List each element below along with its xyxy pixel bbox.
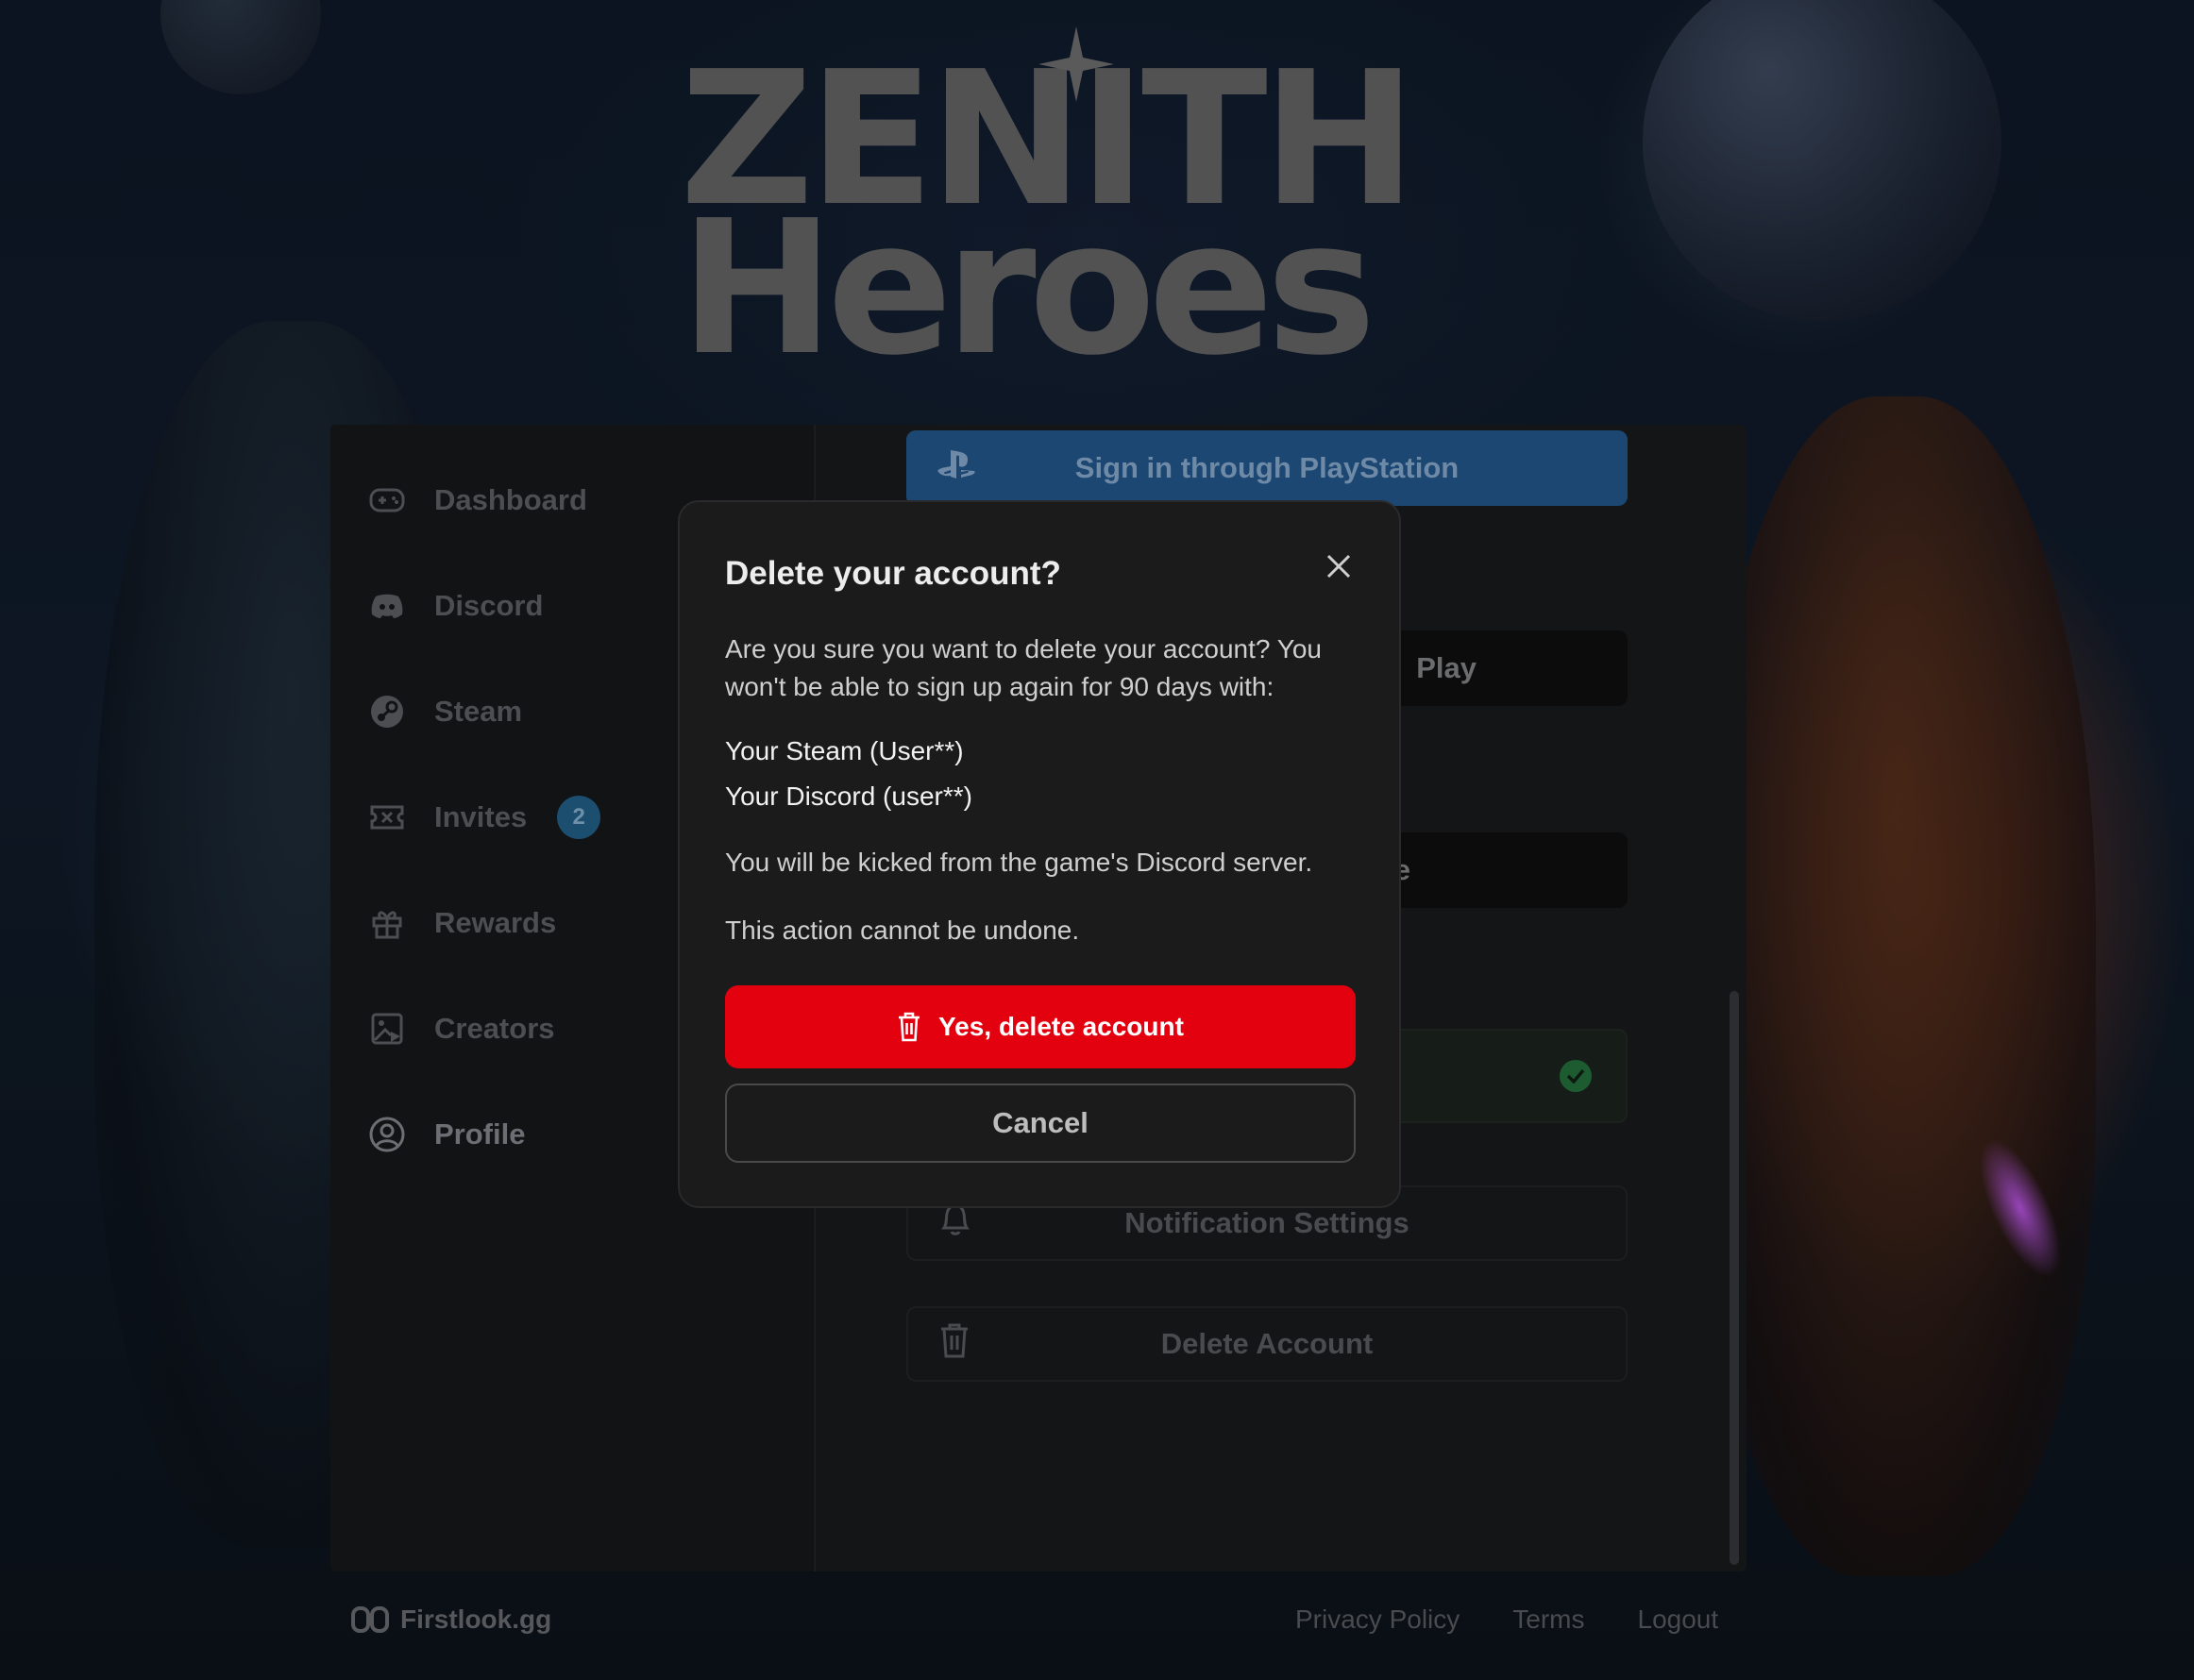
gift-icon: [368, 904, 406, 942]
check-icon: [1560, 1060, 1592, 1092]
cancel-label: Cancel: [992, 1106, 1089, 1139]
sidebar-item-label: Profile: [434, 1117, 526, 1151]
discord-icon: [368, 587, 406, 625]
sidebar-item-label: Rewards: [434, 906, 557, 939]
linked-steam-text: Your Steam (User**): [725, 736, 964, 765]
gamepad-icon: [368, 481, 406, 519]
discord-kick-text: You will be kicked from the game's Disco…: [725, 848, 1313, 877]
footer-brand-label: Firstlook.gg: [400, 1604, 552, 1634]
notification-settings-label: Notification Settings: [1124, 1206, 1409, 1239]
logo-line-2: Heroes: [680, 181, 1376, 396]
sidebar-item-label: Discord: [434, 589, 544, 622]
ticket-icon: [368, 798, 406, 836]
firstlook-logo-icon: [351, 1604, 389, 1635]
background-planet-small: [160, 0, 321, 94]
trash-icon: [938, 1321, 970, 1367]
dialog-title: Delete your account?: [725, 555, 1061, 592]
delete-account-button[interactable]: Delete Account: [906, 1306, 1628, 1382]
confirm-delete-label: Yes, delete account: [938, 1012, 1184, 1041]
privacy-policy-link[interactable]: Privacy Policy: [1295, 1604, 1460, 1635]
delete-account-label: Delete Account: [1160, 1327, 1374, 1360]
playstation-signin-button[interactable]: Sign in through PlayStation: [906, 430, 1628, 506]
creator-image-icon: [368, 1010, 406, 1048]
confirm-delete-button[interactable]: Yes, delete account: [725, 985, 1356, 1068]
sidebar-item-label: Creators: [434, 1012, 555, 1045]
dialog-intro-text: Are you sure you want to delete your acc…: [725, 634, 1322, 701]
logo-star-icon: [1038, 26, 1114, 102]
sidebar-item-label: Invites: [434, 800, 528, 833]
footer-links: Privacy Policy Terms Logout: [1295, 1604, 1718, 1635]
invites-count-badge: 2: [557, 796, 601, 839]
terms-link[interactable]: Terms: [1512, 1604, 1584, 1635]
playstation-icon: [937, 448, 976, 488]
delete-account-dialog: Delete your account? Are you sure you wa…: [678, 500, 1401, 1208]
close-icon[interactable]: [1322, 549, 1356, 583]
play-label: Play: [1416, 651, 1477, 684]
user-circle-icon: [368, 1116, 406, 1153]
steam-icon: [368, 693, 406, 731]
trash-icon: [897, 1012, 921, 1042]
cancel-button[interactable]: Cancel: [725, 1084, 1356, 1163]
linked-discord-text: Your Discord (user**): [725, 781, 972, 811]
undo-warning-text: This action cannot be undone.: [725, 916, 1080, 945]
hero-artwork-right: [1699, 396, 2096, 1576]
logout-link[interactable]: Logout: [1638, 1604, 1719, 1635]
footer-brand[interactable]: Firstlook.gg: [351, 1604, 551, 1635]
background-planet: [1643, 0, 2001, 321]
sidebar-item-label: Dashboard: [434, 483, 587, 516]
playstation-signin-label: Sign in through PlayStation: [1074, 451, 1460, 484]
sidebar-item-label: Steam: [434, 695, 523, 728]
content-scrollbar[interactable]: [1730, 991, 1739, 1565]
